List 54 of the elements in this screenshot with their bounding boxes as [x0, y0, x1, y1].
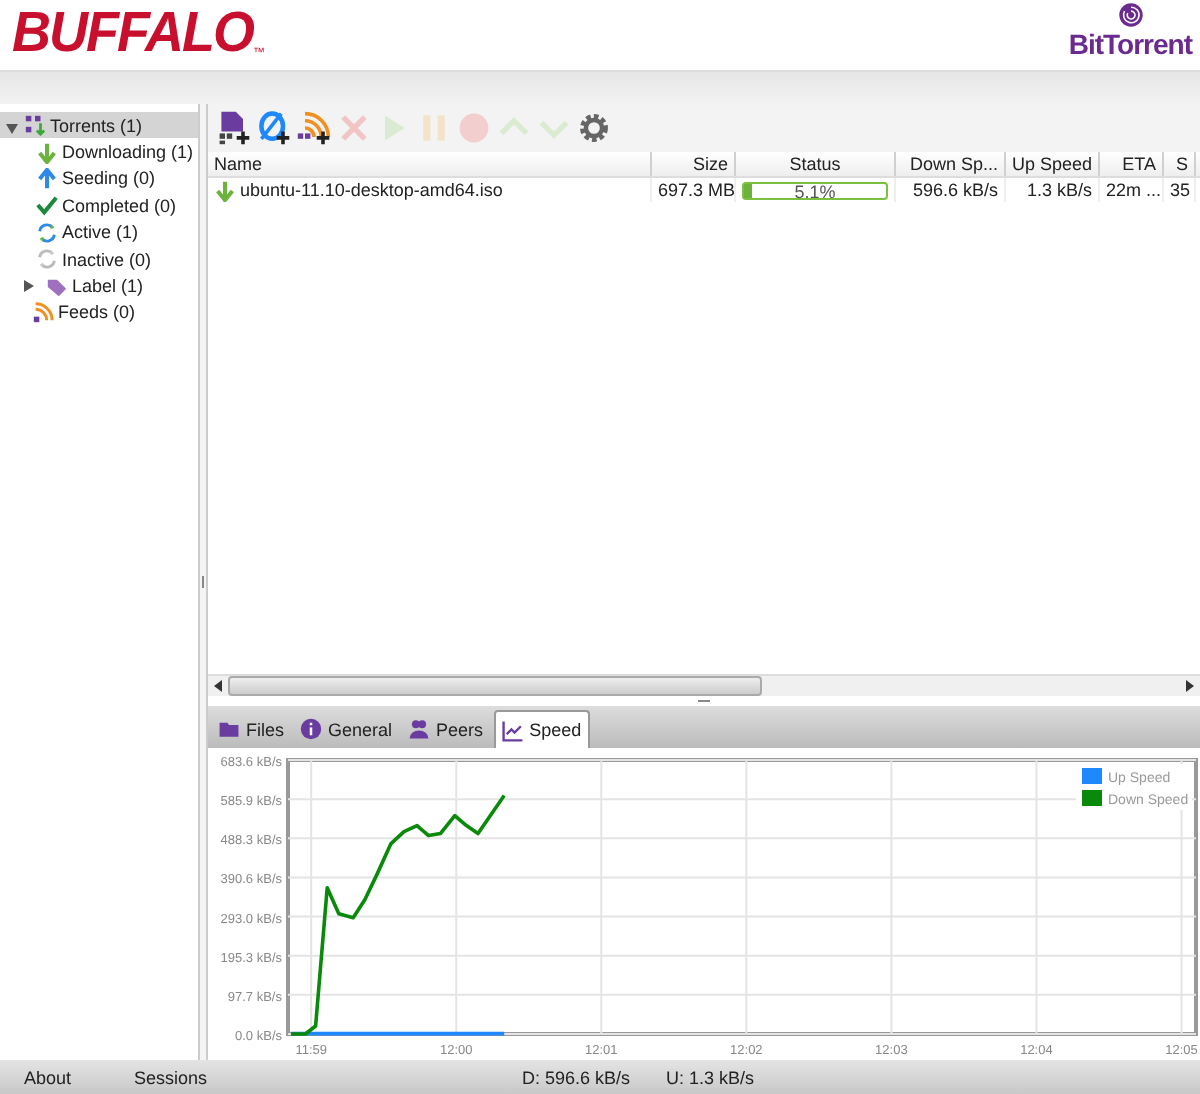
splitter-handle[interactable]	[202, 576, 204, 588]
sidebar-item[interactable]: Downloading (1)	[0, 138, 198, 166]
people-icon	[408, 718, 431, 740]
sidebar-item[interactable]: Feeds (0)	[0, 299, 198, 327]
down-arrow-icon	[214, 179, 236, 201]
down-arrow-icon	[36, 141, 58, 164]
table-cell: 697.3 MB	[652, 178, 736, 202]
rss-icon	[32, 301, 54, 324]
download-speed: D: 596.6 kB/s	[522, 1067, 631, 1087]
refresh-icon	[36, 221, 58, 244]
settings-icon[interactable]	[574, 108, 614, 148]
sidebar-item[interactable]: Inactive (0)	[0, 245, 198, 273]
upload-speed: U: 1.3 kB/s	[666, 1067, 755, 1087]
tab[interactable]: Files	[212, 710, 291, 748]
column-header[interactable]: Status	[736, 152, 896, 176]
product-logo: BitTorrent	[1068, 28, 1192, 60]
progress-label: 5.1%	[792, 179, 838, 203]
column-header[interactable]: Name	[208, 152, 652, 176]
table-cell: 596.6 kB/s	[896, 178, 1006, 202]
sidebar-item[interactable]: Completed (0)	[0, 192, 198, 220]
scroll-right-icon[interactable]	[1186, 680, 1194, 692]
line-chart-icon	[501, 719, 524, 741]
column-header[interactable]: Down Sp...	[896, 152, 1006, 176]
tab[interactable]: Speed	[493, 710, 590, 748]
sidebar-item[interactable]: Torrents (1)	[0, 112, 198, 139]
horizontal-scrollbar[interactable]	[208, 674, 1200, 696]
scrollbar-thumb[interactable]	[228, 676, 762, 696]
add-link-icon[interactable]	[254, 108, 294, 148]
checkmark-icon	[36, 194, 58, 217]
sessions-link[interactable]: Sessions	[134, 1067, 244, 1087]
add-file-icon[interactable]	[214, 108, 254, 148]
info-icon	[300, 718, 323, 740]
torrent-row[interactable]: ubuntu-11.10-desktop-amd64.iso 697.3 MB 5.1% 596.6 kB/s 1.3 kB/s 22m ... 35	[208, 178, 1200, 202]
table-cell: 22m ...	[1100, 178, 1164, 202]
tab[interactable]: Peers	[402, 710, 490, 748]
column-header[interactable]: S	[1164, 152, 1196, 176]
folder-icon	[218, 718, 240, 740]
column-header[interactable]: Size	[652, 152, 736, 176]
column-header[interactable]: Up Speed	[1006, 152, 1100, 176]
column-header[interactable]: ETA	[1100, 152, 1164, 176]
table-cell: 1.3 kB/s	[1006, 178, 1100, 202]
sidebar-item[interactable]: Active (1)	[0, 219, 198, 246]
splitter-handle[interactable]	[698, 700, 710, 702]
torrents-icon	[24, 114, 46, 137]
up-arrow-icon	[36, 167, 58, 190]
tab[interactable]: General	[294, 710, 399, 748]
table-cell: 35	[1164, 178, 1196, 202]
about-link[interactable]: About	[24, 1067, 134, 1087]
table-cell: ubuntu-11.10-desktop-amd64.iso	[240, 178, 503, 202]
sidebar-item[interactable]: Label (1)	[0, 272, 198, 300]
tag-icon	[46, 275, 68, 298]
add-rss-icon[interactable]	[294, 108, 334, 148]
sidebar-item[interactable]: Seeding (0)	[0, 165, 198, 193]
refresh-icon	[36, 248, 58, 271]
